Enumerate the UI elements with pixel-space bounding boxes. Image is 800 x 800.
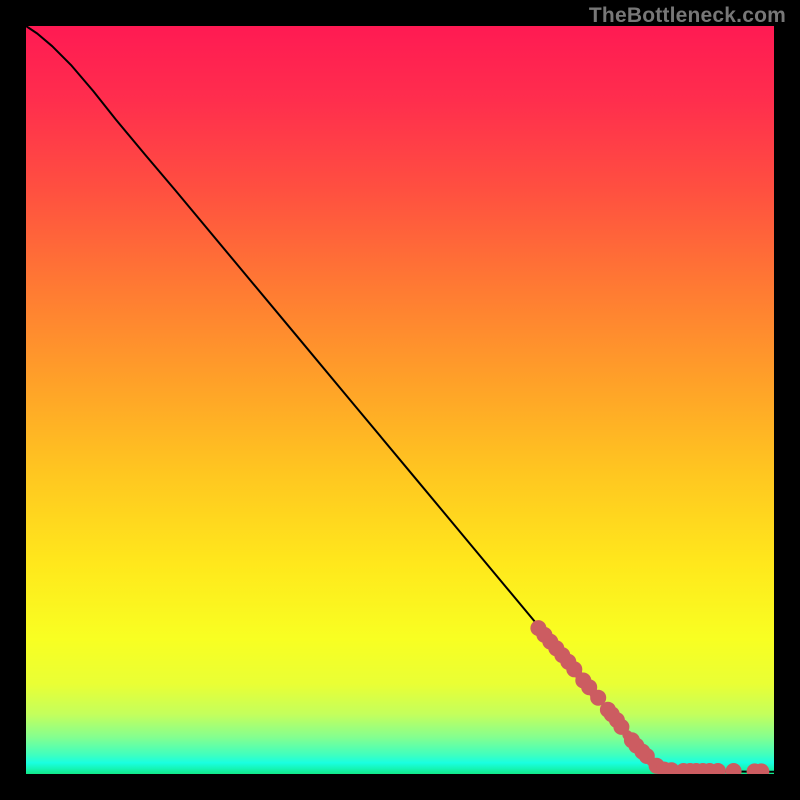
chart-overlay [26,26,774,774]
highlight-dots [530,620,769,774]
curve-line [26,26,774,772]
highlight-dot [726,763,742,774]
chart-frame [26,26,774,774]
watermark-label: TheBottleneck.com [589,4,786,28]
